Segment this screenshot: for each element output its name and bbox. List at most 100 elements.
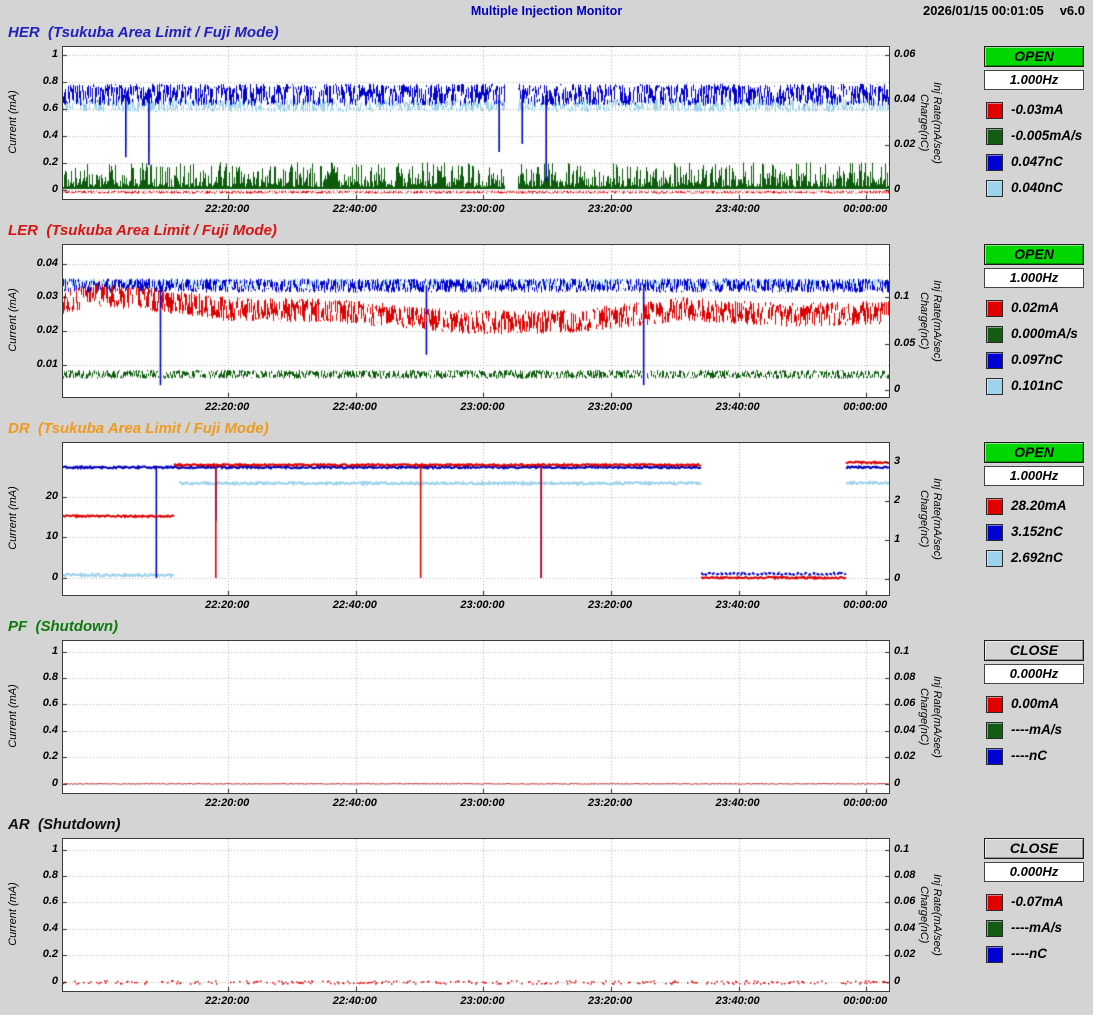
y-tick-label-left: 0.6	[18, 697, 58, 709]
x-tick-label: 00:00:00	[843, 203, 887, 215]
y-tick-label-right: 0	[894, 777, 900, 789]
x-tick-label: 23:00:00	[460, 995, 504, 1007]
x-tick-label: 23:20:00	[588, 797, 632, 809]
y-tick-label-right: 0.06	[894, 48, 915, 60]
legend-swatch	[986, 352, 1003, 369]
shutter-status-button[interactable]: CLOSE	[984, 838, 1084, 859]
legend-swatch	[986, 946, 1003, 963]
legend-swatch	[986, 748, 1003, 765]
legend-value: 0.00mA	[1011, 696, 1059, 711]
injection-rate-display: 0.000Hz	[984, 664, 1084, 684]
legend-value: 0.040nC	[1011, 180, 1063, 195]
right-axis-title-injrate: Inj Rate(mA/sec)	[931, 46, 943, 200]
legend-value: ----nC	[1011, 946, 1047, 961]
y-tick-label-right: 0.1	[894, 645, 909, 657]
y-tick-label-left: 0.8	[18, 671, 58, 683]
y-tick-label-left: 0.4	[18, 724, 58, 736]
x-tick-label: 22:40:00	[333, 797, 377, 809]
left-axis-title: Current (mA)	[7, 640, 21, 792]
y-tick-label-left: 0.2	[18, 156, 58, 168]
side-controls: OPEN 1.000Hz 28.20mA3.152nC2.692nC	[984, 442, 1084, 572]
y-tick-label-left: 0.01	[18, 358, 58, 370]
y-tick-label-right: 1	[894, 533, 900, 545]
x-tick-label: 22:20:00	[205, 203, 249, 215]
legend-row: 0.101nC	[984, 374, 1084, 400]
legend-value: 2.692nC	[1011, 550, 1063, 565]
y-tick-label-right: 0.05	[894, 337, 915, 349]
x-tick-label: 23:00:00	[460, 599, 504, 611]
panel-title: DR (Tsukuba Area Limit / Fuji Mode)	[8, 420, 269, 440]
legend-swatch	[986, 550, 1003, 567]
y-tick-label-right: 0.02	[894, 948, 915, 960]
x-tick-label: 22:40:00	[333, 995, 377, 1007]
chart-plot-area	[62, 442, 890, 596]
legend-row: -0.07mA	[984, 890, 1084, 916]
x-tick-label: 23:40:00	[716, 599, 760, 611]
right-axis-title-injrate: Inj Rate(mA/sec)	[931, 442, 943, 596]
y-tick-label-left: 0.2	[18, 948, 58, 960]
y-tick-label-right: 0.02	[894, 138, 915, 150]
legend-value: 0.097nC	[1011, 352, 1063, 367]
titlebar: Multiple Injection Monitor 2026/01/15 00…	[0, 0, 1093, 24]
legend-value: 0.047nC	[1011, 154, 1063, 169]
right-axis-title-charge: Charge(nC)	[918, 640, 930, 794]
left-axis-title: Current (mA)	[7, 838, 21, 990]
right-axis-title-charge: Charge(nC)	[918, 46, 930, 200]
shutter-status-button[interactable]: OPEN	[984, 46, 1084, 67]
left-axis-title: Current (mA)	[7, 46, 21, 198]
legend: -0.07mA----mA/s----nC	[984, 890, 1084, 968]
monitor-panel: LER (Tsukuba Area Limit / Fuji Mode) Cur…	[0, 222, 1093, 420]
y-tick-label-left: 0.6	[18, 102, 58, 114]
legend-row: 3.152nC	[984, 520, 1084, 546]
injection-rate-display: 1.000Hz	[984, 466, 1084, 486]
y-tick-label-right: 0.08	[894, 869, 915, 881]
monitor-panel: DR (Tsukuba Area Limit / Fuji Mode) Curr…	[0, 420, 1093, 618]
y-tick-label-left: 20	[18, 490, 58, 502]
chart-canvas	[63, 839, 889, 991]
legend-value: 0.000mA/s	[1011, 326, 1078, 341]
datetime: 2026/01/15 00:01:05v6.0	[923, 3, 1085, 18]
legend-value: 0.101nC	[1011, 378, 1063, 393]
x-tick-label: 23:00:00	[460, 797, 504, 809]
x-tick-label: 00:00:00	[843, 995, 887, 1007]
x-tick-label: 00:00:00	[843, 797, 887, 809]
y-tick-label-right: 0	[894, 572, 900, 584]
x-tick-label: 22:20:00	[205, 599, 249, 611]
legend-value: -0.005mA/s	[1011, 128, 1082, 143]
y-tick-label-right: 0.04	[894, 724, 915, 736]
monitor-panel: AR (Shutdown) Current (mA) Charge(nC) In…	[0, 816, 1093, 1014]
monitor-panel: HER (Tsukuba Area Limit / Fuji Mode) Cur…	[0, 24, 1093, 222]
legend-row: 0.000mA/s	[984, 322, 1084, 348]
shutter-status-button[interactable]: CLOSE	[984, 640, 1084, 661]
side-controls: OPEN 1.000Hz 0.02mA0.000mA/s0.097nC0.101…	[984, 244, 1084, 400]
x-tick-label: 23:20:00	[588, 401, 632, 413]
injection-rate-display: 1.000Hz	[984, 70, 1084, 90]
injection-rate-display: 1.000Hz	[984, 268, 1084, 288]
legend-value: ----nC	[1011, 748, 1047, 763]
x-tick-label: 00:00:00	[843, 599, 887, 611]
y-tick-label-right: 0.04	[894, 93, 915, 105]
legend-row: -0.005mA/s	[984, 124, 1084, 150]
x-tick-label: 22:40:00	[333, 401, 377, 413]
legend-row: -0.03mA	[984, 98, 1084, 124]
legend: -0.03mA -0.005mA/s 0.047nC 0.040nC	[984, 98, 1084, 202]
y-tick-label-left: 1	[18, 48, 58, 60]
legend-value: ----mA/s	[1011, 722, 1062, 737]
y-tick-label-right: 0.1	[894, 290, 909, 302]
x-tick-label: 00:00:00	[843, 401, 887, 413]
shutter-status-button[interactable]: OPEN	[984, 442, 1084, 463]
legend-swatch	[986, 378, 1003, 395]
chart-canvas	[63, 443, 889, 595]
legend-row: ----nC	[984, 942, 1084, 968]
legend-row: 0.040nC	[984, 176, 1084, 202]
injection-rate-display: 0.000Hz	[984, 862, 1084, 882]
y-tick-label-right: 0	[894, 975, 900, 987]
y-tick-label-right: 0.04	[894, 922, 915, 934]
shutter-status-button[interactable]: OPEN	[984, 244, 1084, 265]
legend: 28.20mA3.152nC2.692nC	[984, 494, 1084, 572]
legend-swatch	[986, 524, 1003, 541]
x-tick-label: 22:20:00	[205, 797, 249, 809]
legend-row: ----mA/s	[984, 718, 1084, 744]
y-tick-label-right: 0.06	[894, 697, 915, 709]
panel-title: LER (Tsukuba Area Limit / Fuji Mode)	[8, 222, 277, 242]
